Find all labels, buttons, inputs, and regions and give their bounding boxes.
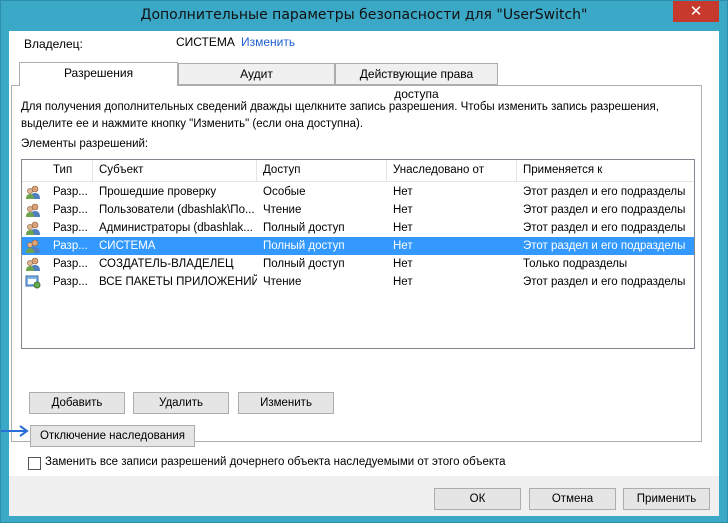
- cell-inherited-from: Нет: [393, 186, 413, 198]
- cell-inherited-from: Нет: [393, 258, 413, 270]
- tab-audit[interactable]: Аудит: [178, 63, 335, 85]
- owner-label: Владелец:: [24, 37, 83, 51]
- cell-access: Полный доступ: [263, 240, 345, 252]
- permission-entries-label: Элементы разрешений:: [21, 138, 149, 150]
- column-header-access[interactable]: Доступ: [257, 160, 387, 182]
- tab-effective-access[interactable]: Действующие права доступа: [335, 63, 498, 101]
- users-icon: [26, 239, 40, 253]
- cell-applies-to: Этот раздел и его подразделы: [523, 240, 686, 252]
- pointer-arrow-icon: [1, 425, 29, 437]
- table-row[interactable]: Разр... СОЗДАТЕЛЬ-ВЛАДЕЛЕЦ Полный доступ Не…: [22, 255, 694, 273]
- table-row[interactable]: Разр... Администраторы (dbashlak... Полный…: [22, 219, 694, 237]
- users-icon: [26, 185, 40, 199]
- tab-permissions[interactable]: Разрешения: [19, 62, 178, 86]
- cell-type: Разр...: [53, 258, 88, 270]
- users-icon: [26, 257, 40, 271]
- add-button[interactable]: Добавить: [29, 392, 125, 414]
- column-header-inherited-from[interactable]: Унаследовано от: [387, 160, 517, 182]
- table-row[interactable]: Разр... СИСТЕМА Полный доступ Нет Этот разде…: [22, 237, 694, 255]
- info-text: Для получения дополнительных сведений дв…: [21, 101, 659, 130]
- cell-access: Особые: [263, 186, 306, 198]
- cell-applies-to: Этот раздел и его подразделы: [523, 204, 686, 216]
- disable-inheritance-button[interactable]: Отключение наследования: [30, 425, 195, 447]
- users-icon: [26, 221, 40, 235]
- cell-subject: Прошедшие проверку: [99, 186, 217, 198]
- cell-applies-to: Этот раздел и его подразделы: [523, 186, 686, 198]
- window-title: Дополнительные параметры безопасности дл…: [140, 7, 588, 23]
- ok-button[interactable]: ОК: [434, 488, 521, 510]
- cell-access: Полный доступ: [263, 222, 345, 234]
- cell-subject: Администраторы (dbashlak...: [99, 222, 253, 234]
- cell-type: Разр...: [53, 222, 88, 234]
- cell-inherited-from: Нет: [393, 222, 413, 234]
- security-dialog-window: Дополнительные параметры безопасности дл…: [0, 0, 728, 523]
- close-icon: ✕: [689, 2, 703, 20]
- cell-applies-to: Только подразделы: [523, 258, 628, 270]
- cell-inherited-from: Нет: [393, 204, 413, 216]
- column-header-applies-to[interactable]: Применяется к: [517, 160, 694, 182]
- title-bar[interactable]: Дополнительные параметры безопасности дл…: [1, 1, 727, 31]
- cell-access: Чтение: [263, 204, 302, 216]
- table-row[interactable]: Разр... Пользователи (dbashlak\По... Чтени…: [22, 201, 694, 219]
- cell-applies-to: Этот раздел и его подразделы: [523, 222, 686, 234]
- cell-type: Разр...: [53, 276, 88, 288]
- cell-access: Полный доступ: [263, 258, 345, 270]
- users-icon: [26, 203, 40, 217]
- cell-subject: Пользователи (dbashlak\По...: [99, 204, 255, 216]
- column-header-subject[interactable]: Субъект: [93, 160, 257, 182]
- replace-child-permissions-label: Заменить все записи разрешений дочернего…: [45, 456, 506, 468]
- cell-inherited-from: Нет: [393, 240, 413, 252]
- cell-access: Чтение: [263, 276, 302, 288]
- permission-entries-list[interactable]: Тип Субъект Доступ Унаследовано от Приме…: [21, 159, 695, 349]
- remove-button[interactable]: Удалить: [133, 392, 229, 414]
- table-row[interactable]: Разр... ВСЕ ПАКЕТЫ ПРИЛОЖЕНИЙ Чтение Нет Это…: [22, 273, 694, 291]
- edit-button[interactable]: Изменить: [238, 392, 334, 414]
- table-row[interactable]: Разр... Прошедшие проверку Особые Нет Этот р…: [22, 183, 694, 201]
- cell-type: Разр...: [53, 186, 88, 198]
- cell-subject: СИСТЕМА: [99, 240, 156, 252]
- cell-subject: СОЗДАТЕЛЬ-ВЛАДЕЛЕЦ: [99, 258, 234, 270]
- cell-applies-to: Этот раздел и его подразделы: [523, 276, 686, 288]
- cell-inherited-from: Нет: [393, 276, 413, 288]
- cancel-button[interactable]: Отмена: [529, 488, 616, 510]
- app-packages-icon: [25, 275, 41, 289]
- column-header-type[interactable]: Тип: [47, 160, 93, 182]
- cell-type: Разр...: [53, 204, 88, 216]
- owner-value: СИСТЕМА: [176, 35, 235, 49]
- replace-child-permissions-checkbox[interactable]: [28, 457, 41, 470]
- apply-button[interactable]: Применить: [623, 488, 710, 510]
- list-header: Тип Субъект Доступ Унаследовано от Приме…: [22, 160, 694, 182]
- close-button[interactable]: ✕: [673, 1, 719, 22]
- change-owner-link[interactable]: Изменить: [241, 35, 295, 49]
- cell-subject: ВСЕ ПАКЕТЫ ПРИЛОЖЕНИЙ: [99, 276, 257, 288]
- cell-type: Разр...: [53, 240, 88, 252]
